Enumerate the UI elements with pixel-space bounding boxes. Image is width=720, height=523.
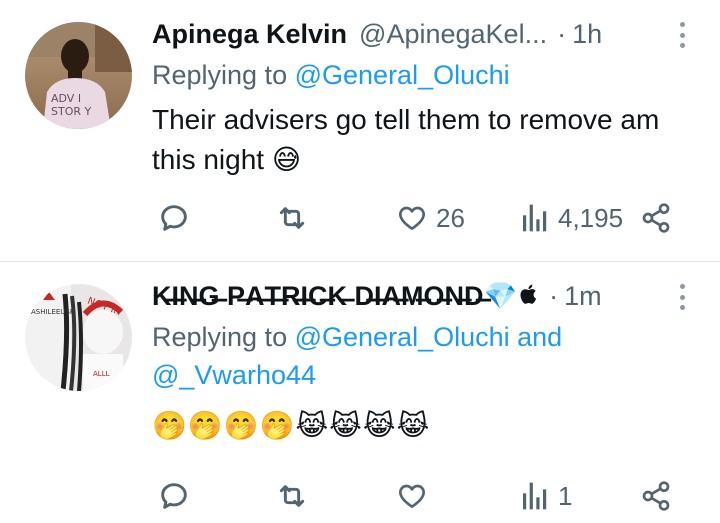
svg-text:ALLL: ALLL <box>93 370 110 378</box>
avatar[interactable]: NOT IN ASHILEEUSK ALLL <box>25 284 132 391</box>
mention-link[interactable]: @General_Oluchi <box>295 60 510 90</box>
timestamp[interactable]: 1m <box>564 281 602 312</box>
tweet-header: K̶I̶N̶G̶ P̶A̶T̶R̶I̶C̶K̶ D̶I̶A̶M̶O̶N̶D̶ 💎… <box>152 276 684 316</box>
like-count: 26 <box>436 202 465 233</box>
svg-text:ASHILEEUSK: ASHILEEUSK <box>31 308 75 316</box>
replying-and: and <box>517 322 563 352</box>
timestamp[interactable]: 1h <box>572 19 602 50</box>
replying-prefix: Replying to <box>152 322 288 352</box>
like-button[interactable]: 26 <box>396 202 465 234</box>
retweet-icon <box>279 207 305 229</box>
retweet-button[interactable] <box>276 202 308 234</box>
reply-icon <box>161 483 187 509</box>
share-icon <box>642 203 670 233</box>
more-options-icon[interactable] <box>676 284 688 310</box>
view-count: 1 <box>558 480 573 511</box>
retweet-button[interactable] <box>276 480 308 512</box>
avatar[interactable]: ADV I STOR Y <box>25 22 132 129</box>
action-bar: 1 <box>152 476 672 516</box>
replying-prefix: Replying to <box>152 60 288 90</box>
svg-text:ADV I: ADV I <box>51 92 81 105</box>
separator-dot: · <box>557 18 567 49</box>
views-button[interactable]: 4,195 <box>520 202 623 234</box>
sweat-smile-emoji: 😅 <box>271 144 302 175</box>
replying-to: Replying to @General_Oluchi <box>152 56 684 94</box>
more-options-icon[interactable] <box>676 22 688 48</box>
tweet-header: Apinega Kelvin @ApinegaKel... · 1h <box>152 14 684 54</box>
avatar-photo-icon: ADV I STOR Y <box>25 22 132 129</box>
views-icon <box>523 204 547 232</box>
view-count: 4,195 <box>558 202 624 233</box>
display-name[interactable]: Apinega Kelvin <box>152 19 347 50</box>
separator-dot: · <box>549 280 559 311</box>
tweet-text-body: Their advisers go tell them to remove am… <box>152 104 660 175</box>
replying-to: Replying to @General_Oluchi and @_Vwarho… <box>152 318 684 394</box>
reply-button[interactable] <box>158 480 190 512</box>
tweet[interactable]: NOT IN ASHILEEUSK ALLL K̶I̶N̶G̶ P̶A̶T̶R̶… <box>0 262 720 523</box>
avatar-photo-icon: NOT IN ASHILEEUSK ALLL <box>25 284 132 391</box>
tweet-content: K̶I̶N̶G̶ P̶A̶T̶R̶I̶C̶K̶ D̶I̶A̶M̶O̶N̶D̶ 💎… <box>152 276 685 446</box>
tweet-content: Apinega Kelvin @ApinegaKel... · 1h Reply… <box>152 14 685 180</box>
action-bar: 26 4,195 <box>152 198 672 238</box>
reply-button[interactable] <box>158 202 190 234</box>
display-name[interactable]: K̶I̶N̶G̶ P̶A̶T̶R̶I̶C̶K̶ D̶I̶A̶M̶O̶N̶D̶ <box>152 281 484 312</box>
views-button[interactable]: 1 <box>520 480 572 512</box>
emoji-reaction-text: 🤭🤭🤭🤭😹😹😹😹 <box>152 410 431 441</box>
user-handle[interactable]: @ApinegaKel... <box>359 19 547 50</box>
like-button[interactable] <box>396 480 428 512</box>
views-icon <box>523 482 547 510</box>
share-icon <box>642 481 670 511</box>
reply-icon <box>161 205 187 231</box>
apple-logo-icon <box>519 281 539 312</box>
svg-text:STOR Y: STOR Y <box>51 105 91 118</box>
share-button[interactable] <box>640 480 672 512</box>
tweet-text: Their advisers go tell them to remove am… <box>152 100 684 180</box>
mention-link[interactable]: @_Vwarho44 <box>152 360 316 390</box>
tweet[interactable]: ADV I STOR Y Apinega Kelvin @ApinegaKel.… <box>0 0 720 262</box>
gem-emoji: 💎 <box>483 281 518 311</box>
tweet-text: 🤭🤭🤭🤭😹😹😹😹 <box>152 406 684 446</box>
heart-icon <box>399 206 425 230</box>
heart-icon <box>399 484 425 508</box>
mention-link[interactable]: @General_Oluchi <box>295 322 510 352</box>
retweet-icon <box>279 485 305 507</box>
share-button[interactable] <box>640 202 672 234</box>
